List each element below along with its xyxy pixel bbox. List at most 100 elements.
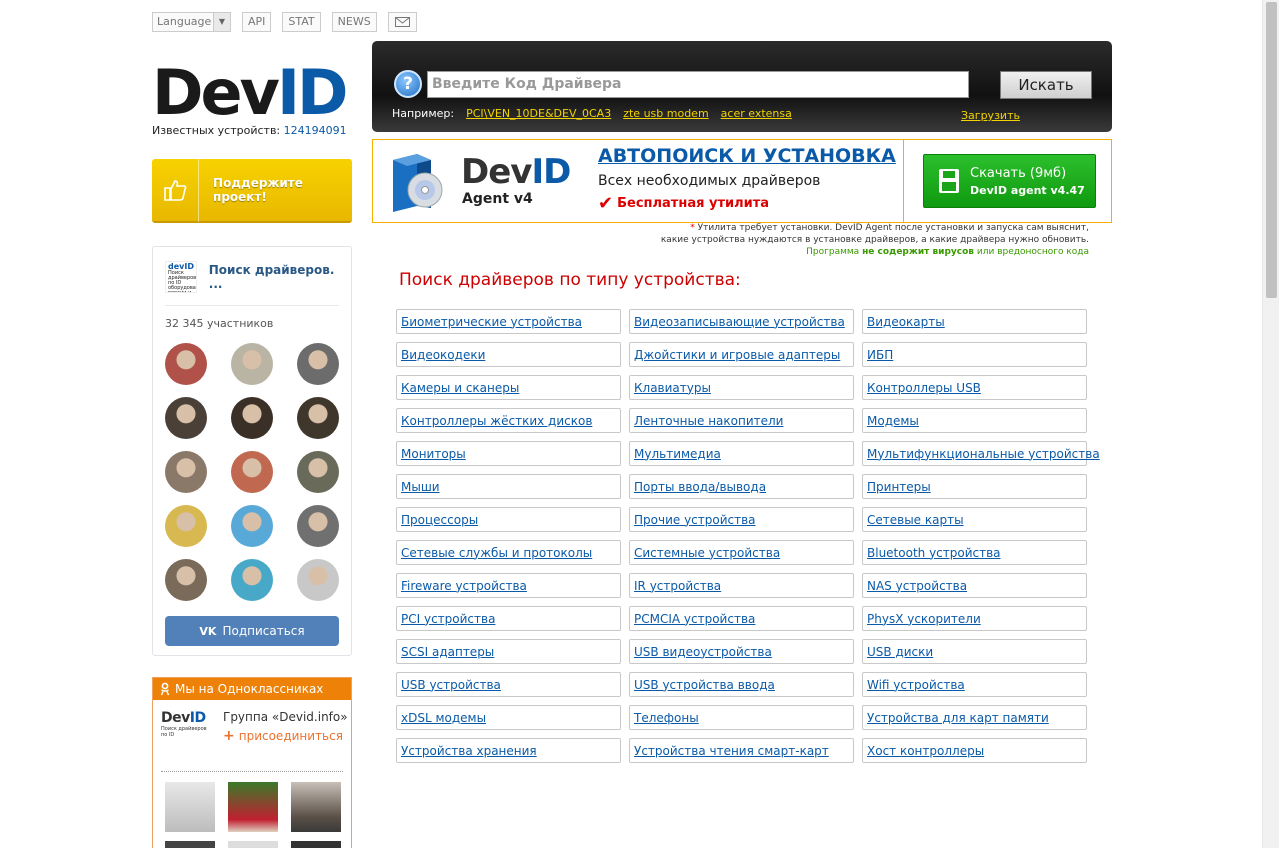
upload-link[interactable]: Загрузить [961,109,1020,122]
member-avatar[interactable] [165,343,207,385]
category-link[interactable]: Модемы [867,414,919,428]
category-link[interactable]: Сетевые карты [867,513,964,527]
ok-header[interactable]: Мы на Одноклассниках [153,678,351,700]
category-link[interactable]: Мультимедиа [634,447,721,461]
category-item[interactable]: PhysX ускорители [862,606,1087,631]
support-project-button[interactable]: Поддержите проект! [152,158,352,223]
software-box-icon[interactable] [387,150,451,214]
category-link[interactable]: PCMCIA устройства [634,612,755,626]
category-link[interactable]: Джойстики и игровые адаптеры [634,348,840,362]
member-photo[interactable] [165,841,215,848]
category-link[interactable]: xDSL модемы [401,711,486,725]
search-button[interactable]: Искать [1000,71,1092,99]
ok-join-button[interactable]: + присоединиться [223,728,348,744]
category-item[interactable]: Мониторы [396,441,621,466]
category-item[interactable]: Контроллеры USB [862,375,1087,400]
driver-code-input[interactable]: Введите Код Драйвера [427,71,969,98]
category-item[interactable]: Мультимедиа [629,441,854,466]
category-item[interactable]: Ленточные накопители [629,408,854,433]
category-item[interactable]: Системные устройства [629,540,854,565]
category-item[interactable]: SCSI адаптеры [396,639,621,664]
category-item[interactable]: Прочие устройства [629,507,854,532]
download-button[interactable]: Скачать (9мб) DevID agent v4.47 [923,154,1096,208]
member-photo[interactable] [165,782,215,832]
category-link[interactable]: Системные устройства [634,546,780,560]
example-link[interactable]: PCI\VEN_10DE&DEV_0CA3 [466,107,611,120]
category-item[interactable]: Видеокодеки [396,342,621,367]
category-link[interactable]: Порты ввода/вывода [634,480,766,494]
member-photo[interactable] [228,841,278,848]
category-item[interactable]: Джойстики и игровые адаптеры [629,342,854,367]
member-avatar[interactable] [231,343,273,385]
member-avatar[interactable] [165,451,207,493]
category-link[interactable]: USB устройства ввода [634,678,775,692]
stat-link[interactable]: STAT [282,12,321,32]
category-item[interactable]: Сетевые службы и протоколы [396,540,621,565]
category-link[interactable]: Сетевые службы и протоколы [401,546,592,560]
category-item[interactable]: Wifi устройства [862,672,1087,697]
category-link[interactable]: Принтеры [867,480,931,494]
category-link[interactable]: Видеозаписывающие устройства [634,315,845,329]
category-item[interactable]: Процессоры [396,507,621,532]
category-link[interactable]: Контроллеры жёстких дисков [401,414,592,428]
category-link[interactable]: Устройства чтения смарт-карт [634,744,829,758]
category-link[interactable]: PhysX ускорители [867,612,981,626]
category-item[interactable]: Видеозаписывающие устройства [629,309,854,334]
category-link[interactable]: IR устройства [634,579,721,593]
category-link[interactable]: USB устройства [401,678,501,692]
category-item[interactable]: Хост контроллеры [862,738,1087,763]
devid-logo[interactable]: DevID [152,58,348,128]
category-item[interactable]: Биометрические устройства [396,309,621,334]
category-item[interactable]: IR устройства [629,573,854,598]
category-item[interactable]: Видеокарты [862,309,1087,334]
category-item[interactable]: USB диски [862,639,1087,664]
example-link[interactable]: acer extensa [721,107,792,120]
category-item[interactable]: Мыши [396,474,621,499]
category-link[interactable]: Телефоны [634,711,699,725]
category-link[interactable]: SCSI адаптеры [401,645,494,659]
member-avatar[interactable] [165,397,207,439]
category-link[interactable]: Камеры и сканеры [401,381,519,395]
category-item[interactable]: Сетевые карты [862,507,1087,532]
vk-group-name[interactable]: Поиск драйверов. ... [209,263,351,291]
category-item[interactable]: ИБП [862,342,1087,367]
ok-group-logo[interactable]: DevID Поиск драйверов по ID [161,710,211,750]
category-item[interactable]: NAS устройства [862,573,1087,598]
member-avatar[interactable] [297,343,339,385]
member-avatar[interactable] [231,559,273,601]
category-link[interactable]: Видеокарты [867,315,945,329]
vk-group-header[interactable]: devID Поиск драйверов по ID оборудования… [165,261,351,293]
category-item[interactable]: Порты ввода/вывода [629,474,854,499]
member-photo[interactable] [291,782,341,832]
category-item[interactable]: Устройства для карт памяти [862,705,1087,730]
member-photo[interactable] [228,782,278,832]
category-item[interactable]: Bluetooth устройства [862,540,1087,565]
category-link[interactable]: Хост контроллеры [867,744,984,758]
member-avatar[interactable] [231,397,273,439]
mail-link[interactable] [387,12,417,32]
category-item[interactable]: Камеры и сканеры [396,375,621,400]
category-item[interactable]: USB устройства ввода [629,672,854,697]
category-link[interactable]: Клавиатуры [634,381,711,395]
category-link[interactable]: Видеокодеки [401,348,485,362]
category-link[interactable]: Мультифункциональные устройства [867,447,1100,461]
category-link[interactable]: Wifi устройства [867,678,965,692]
category-link[interactable]: NAS устройства [867,579,967,593]
scrollbar[interactable] [1262,0,1279,848]
category-item[interactable]: Fireware устройства [396,573,621,598]
agent-name[interactable]: DevID [461,154,571,190]
category-link[interactable]: Процессоры [401,513,478,527]
category-link[interactable]: PCI устройства [401,612,495,626]
ok-group-title[interactable]: Группа «Devid.info» [223,710,348,724]
member-avatar[interactable] [297,559,339,601]
vk-subscribe-button[interactable]: VK Подписаться [165,616,339,646]
category-link[interactable]: Мониторы [401,447,466,461]
category-item[interactable]: Принтеры [862,474,1087,499]
category-item[interactable]: PCMCIA устройства [629,606,854,631]
category-item[interactable]: Телефоны [629,705,854,730]
category-item[interactable]: PCI устройства [396,606,621,631]
category-link[interactable]: Ленточные накопители [634,414,783,428]
category-link[interactable]: Устройства для карт памяти [867,711,1049,725]
category-link[interactable]: Мыши [401,480,440,494]
category-item[interactable]: Клавиатуры [629,375,854,400]
